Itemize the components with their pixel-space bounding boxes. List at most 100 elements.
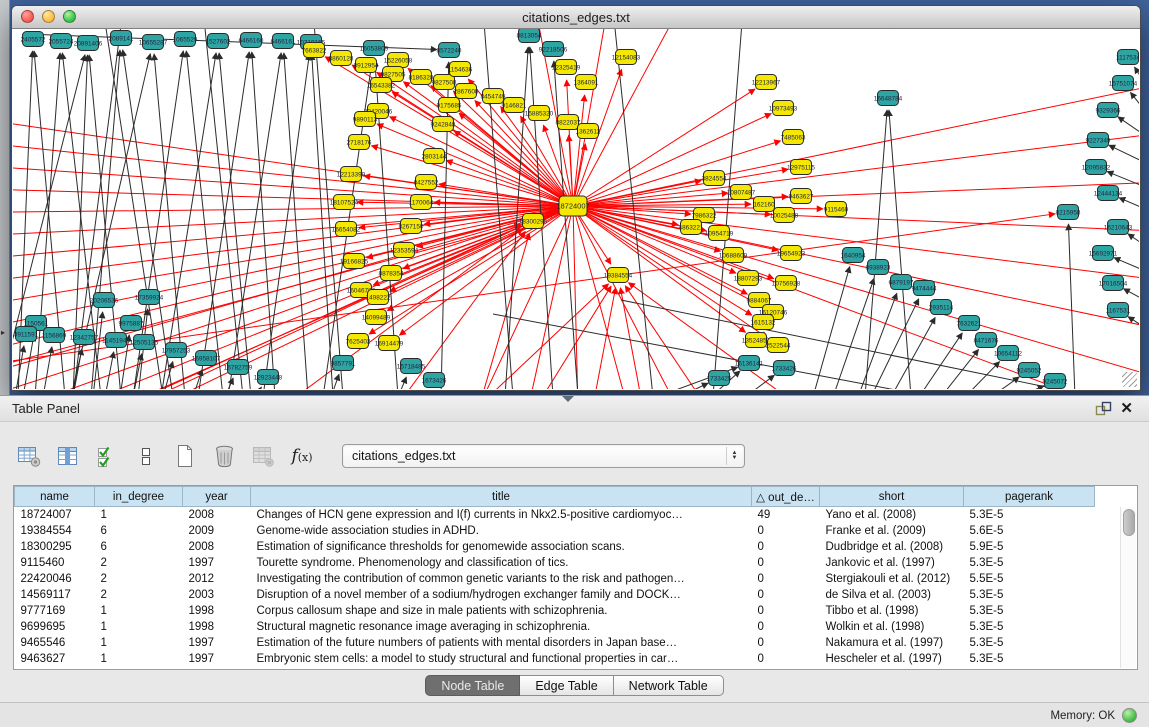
table-cell[interactable]: 0 bbox=[752, 635, 820, 651]
table-cell[interactable]: 0 bbox=[752, 539, 820, 555]
column-chooser-button[interactable] bbox=[53, 441, 83, 471]
table-cell[interactable]: 2008 bbox=[183, 507, 251, 524]
table-cell[interactable]: Wolkin et al. (1998) bbox=[820, 619, 964, 635]
graph-node[interactable]: 18300295 bbox=[519, 214, 548, 229]
graph-node[interactable]: 10688609 bbox=[719, 248, 748, 263]
table-cell[interactable]: 9465546 bbox=[15, 635, 95, 651]
graph-node[interactable]: 20206536 bbox=[90, 293, 119, 308]
graph-node[interactable]: 8938923 bbox=[866, 260, 891, 275]
table-selector-dropdown[interactable]: citations_edges.txt ▲ ▼ bbox=[342, 444, 745, 468]
table-cell[interactable]: 0 bbox=[752, 571, 820, 587]
table-cell[interactable]: 5.5E-5 bbox=[964, 571, 1095, 587]
graph-node[interactable]: 1498222 bbox=[366, 290, 391, 305]
graph-node[interactable]: 6879197 bbox=[889, 275, 914, 290]
graph-node[interactable]: 2405572 bbox=[21, 32, 46, 47]
table-cell[interactable]: 1 bbox=[95, 507, 183, 524]
table-cell[interactable]: 9699695 bbox=[15, 619, 95, 635]
graph-node[interactable]: 6466161 bbox=[271, 34, 296, 49]
graph-node[interactable]: 9245052 bbox=[1017, 363, 1042, 378]
graph-node[interactable]: 1733425 bbox=[707, 371, 732, 386]
table-cell[interactable]: 5.3E-5 bbox=[964, 555, 1095, 571]
graph-node[interactable]: 9245072 bbox=[1043, 374, 1068, 389]
graph-node[interactable]: 9175685 bbox=[437, 98, 462, 113]
table-cell[interactable]: 2 bbox=[95, 571, 183, 587]
table-cell[interactable]: 5.3E-5 bbox=[964, 619, 1095, 635]
table-cell[interactable]: 0 bbox=[752, 587, 820, 603]
graph-node[interactable]: 12213967 bbox=[752, 75, 781, 90]
graph-node[interactable]: 16543382 bbox=[367, 78, 396, 93]
graph-node[interactable]: 14099489 bbox=[362, 310, 391, 325]
table-cell[interactable]: 1997 bbox=[183, 555, 251, 571]
graph-node[interactable]: 1640954 bbox=[841, 248, 866, 263]
graph-node[interactable]: 12923448 bbox=[254, 370, 283, 385]
table-cell[interactable]: 5.3E-5 bbox=[964, 635, 1095, 651]
graph-node[interactable]: 6466160 bbox=[239, 33, 264, 48]
graph-node[interactable]: 8186328 bbox=[409, 70, 434, 85]
graph-node[interactable]: 16136141 bbox=[735, 356, 764, 371]
graph-node[interactable]: 18724007 bbox=[556, 196, 589, 216]
table-cell[interactable]: Embryonic stem cells: a model to study s… bbox=[251, 651, 752, 667]
table-cell[interactable]: 0 bbox=[752, 619, 820, 635]
graph-node[interactable]: 19384554 bbox=[604, 268, 633, 283]
column-header[interactable]: in_degree bbox=[95, 487, 183, 507]
table-cell[interactable]: 22420046 bbox=[15, 571, 95, 587]
table-row[interactable]: 1938455462009Genome-wide association stu… bbox=[15, 523, 1095, 539]
graph-node[interactable]: 8860128 bbox=[329, 51, 354, 66]
graph-node[interactable]: 8267150 bbox=[399, 219, 424, 234]
table-cell[interactable]: 0 bbox=[752, 603, 820, 619]
table-cell[interactable]: 1998 bbox=[183, 619, 251, 635]
graph-node[interactable]: 18107524 bbox=[330, 195, 359, 210]
graph-node[interactable]: 17016504 bbox=[1099, 276, 1128, 291]
graph-node[interactable]: 15885320 bbox=[525, 106, 554, 121]
table-row[interactable]: 946362711997Embryonic stem cells: a mode… bbox=[15, 651, 1095, 667]
table-vertical-scrollbar[interactable] bbox=[1120, 507, 1136, 668]
table-cell[interactable]: 14569117 bbox=[15, 587, 95, 603]
table-cell[interactable]: 5.9E-5 bbox=[964, 539, 1095, 555]
table-cell[interactable]: Structural magnetic resonance image aver… bbox=[251, 619, 752, 635]
network-canvas[interactable]: 2405572205572420891406208914110655287106… bbox=[13, 29, 1139, 389]
table-cell[interactable]: 5.3E-5 bbox=[964, 651, 1095, 667]
graph-node[interactable]: 2718176 bbox=[347, 135, 372, 150]
graph-node[interactable]: 7663822 bbox=[302, 43, 327, 58]
table-cell[interactable]: 18724007 bbox=[15, 507, 95, 524]
table-cell[interactable]: 5.3E-5 bbox=[964, 507, 1095, 524]
graph-node[interactable]: 16914479 bbox=[375, 336, 404, 351]
graph-node[interactable]: 16958107 bbox=[192, 351, 221, 366]
table-cell[interactable]: Stergiakouli et al. (2012) bbox=[820, 571, 964, 587]
table-row[interactable]: 946554611997Estimation of the future num… bbox=[15, 635, 1095, 651]
table-cell[interactable]: 9777169 bbox=[15, 603, 95, 619]
table-cell[interactable]: Investigating the contribution of common… bbox=[251, 571, 752, 587]
graph-node[interactable]: 1362612 bbox=[576, 124, 601, 139]
table-settings-button[interactable] bbox=[14, 441, 44, 471]
graph-node[interactable]: 18807293 bbox=[734, 271, 763, 286]
table-cell[interactable]: 2012 bbox=[183, 571, 251, 587]
delete-button[interactable] bbox=[209, 441, 239, 471]
function-builder-button[interactable]: f(x) bbox=[287, 441, 317, 471]
table-cell[interactable]: 1 bbox=[95, 651, 183, 667]
graph-node[interactable]: 3824554 bbox=[702, 171, 727, 186]
graph-node[interactable]: 1364091 bbox=[574, 75, 599, 90]
zoom-window-button[interactable] bbox=[63, 10, 76, 23]
graph-node[interactable]: 12154083 bbox=[612, 50, 641, 65]
graph-node[interactable]: 9227349 bbox=[1086, 133, 1111, 148]
graph-node[interactable]: 1170064 bbox=[409, 195, 434, 210]
graph-node[interactable]: 12444134 bbox=[1094, 186, 1123, 201]
table-cell[interactable]: Changes of HCN gene expression and I(f) … bbox=[251, 507, 752, 524]
table-cell[interactable]: 5.3E-5 bbox=[964, 587, 1095, 603]
table-cell[interactable]: 0 bbox=[752, 555, 820, 571]
import-table-button-disabled[interactable] bbox=[248, 441, 278, 471]
graph-node[interactable]: 1615132 bbox=[751, 315, 776, 330]
graph-node[interactable]: 1673426 bbox=[422, 373, 447, 388]
graph-node[interactable]: 9857791 bbox=[331, 356, 356, 371]
graph-node[interactable]: 20891406 bbox=[74, 36, 103, 51]
graph-node[interactable]: 2867608 bbox=[454, 84, 479, 99]
graph-node[interactable]: 11451948 bbox=[102, 333, 130, 348]
graph-node[interactable]: 9329366 bbox=[1096, 103, 1121, 118]
graph-node[interactable]: 9115460 bbox=[824, 202, 849, 217]
table-cell[interactable]: 19384554 bbox=[15, 523, 95, 539]
graph-node[interactable]: 8454749 bbox=[481, 89, 506, 104]
column-header[interactable]: year bbox=[183, 487, 251, 507]
graph-node[interactable]: 15692971 bbox=[1089, 246, 1118, 261]
graph-node[interactable]: 1156869 bbox=[42, 328, 67, 343]
table-row[interactable]: 1456911722003Disruption of a novel membe… bbox=[15, 587, 1095, 603]
